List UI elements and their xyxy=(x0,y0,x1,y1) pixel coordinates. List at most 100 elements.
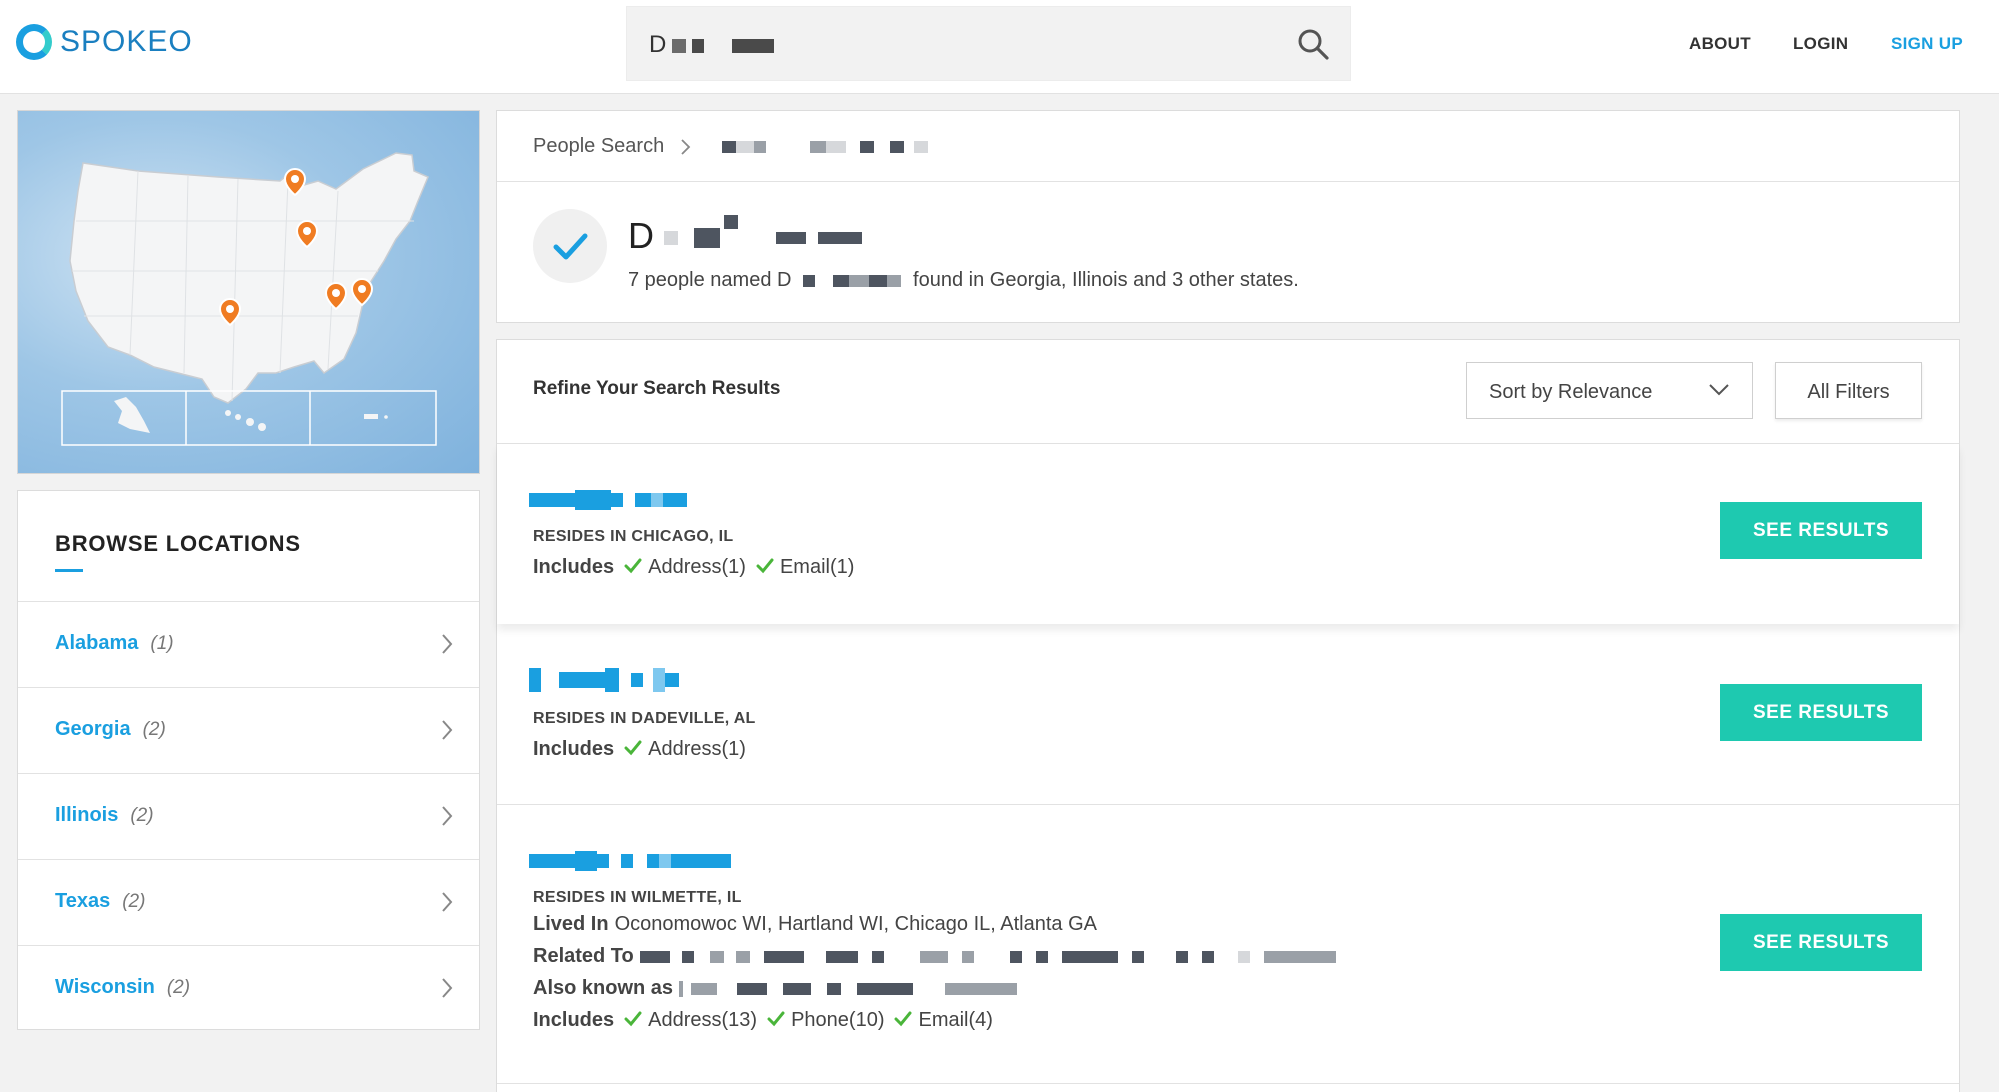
redacted-text xyxy=(849,274,870,287)
search-value-initial: D xyxy=(649,31,667,58)
redacted-text xyxy=(1009,950,1022,963)
redacted-text xyxy=(1035,950,1048,963)
redacted-text xyxy=(621,854,633,868)
location-item-georgia[interactable]: Georgia (2) xyxy=(18,687,479,773)
check-icon xyxy=(624,558,642,574)
includes-line: Includes Address(1) xyxy=(533,738,746,761)
redacted-text xyxy=(887,274,902,287)
result-name-link[interactable] xyxy=(529,490,687,514)
includes-label: Includes xyxy=(533,738,615,760)
breadcrumb: People Search xyxy=(533,135,929,158)
redacted-text xyxy=(914,140,929,153)
summary-name-initial: D xyxy=(777,269,792,291)
title-underline xyxy=(55,569,83,572)
nav-about-link[interactable]: ABOUT xyxy=(1689,34,1751,54)
redacted-text xyxy=(635,493,651,507)
chevron-right-icon xyxy=(442,806,453,826)
location-count: (2) xyxy=(142,719,166,740)
lived-in-line: Lived In Oconomowoc WI, Hartland WI, Chic… xyxy=(533,913,1097,936)
location-count: (2) xyxy=(130,805,154,826)
check-icon xyxy=(624,740,642,756)
redacted-text xyxy=(833,274,850,287)
all-filters-label: All Filters xyxy=(1807,381,1890,403)
redacted-text xyxy=(919,950,948,963)
redacted-text xyxy=(776,232,806,245)
sort-selected-value: Sort by Relevance xyxy=(1489,381,1653,403)
location-item-texas[interactable]: Texas (2) xyxy=(18,859,479,945)
person-name-heading: D xyxy=(628,215,862,257)
related-to-line: Related To xyxy=(533,945,1336,968)
check-icon xyxy=(894,1011,912,1027)
search-icon[interactable] xyxy=(1296,27,1330,61)
includes-email: Email(4) xyxy=(918,1009,993,1031)
search-results-panel: Refine Your Search Results Sort by Relev… xyxy=(496,339,1960,1092)
redacted-text xyxy=(653,668,665,692)
redacted-text xyxy=(860,140,875,153)
redacted-text xyxy=(810,140,827,153)
redacted-text xyxy=(575,851,597,871)
redacted-text xyxy=(639,950,670,963)
all-filters-button[interactable]: All Filters xyxy=(1775,362,1922,419)
redacted-text xyxy=(529,493,575,507)
see-results-button[interactable]: SEE RESULTS xyxy=(1720,914,1922,971)
redacted-text xyxy=(763,950,804,963)
also-known-as-line: Also known as xyxy=(533,977,1018,1000)
nav-signup-link[interactable]: SIGN UP xyxy=(1891,34,1963,54)
redacted-text xyxy=(754,140,767,153)
redacted-text xyxy=(1061,950,1118,963)
chevron-down-icon xyxy=(1709,384,1729,396)
browse-locations-title: BROWSE LOCATIONS xyxy=(55,531,301,556)
location-name: Georgia xyxy=(55,718,131,740)
result-card: RESIDES IN CHICAGO, IL Includes Address(1… xyxy=(497,444,1959,624)
redacted-text xyxy=(694,228,720,249)
redacted-text xyxy=(890,140,905,153)
summary-suffix: found in Georgia, Illinois and 3 other s… xyxy=(913,269,1299,291)
search-summary-panel: People Search D 7 people named D found i… xyxy=(496,110,1960,323)
search-input[interactable]: D xyxy=(626,6,1351,81)
location-name: Alabama xyxy=(55,632,139,654)
redacted-text xyxy=(732,38,775,53)
redacted-text xyxy=(709,950,724,963)
us-map-graphic xyxy=(61,152,437,446)
redacted-text xyxy=(1237,950,1250,963)
result-name-link[interactable] xyxy=(529,668,679,692)
redacted-text xyxy=(559,672,605,688)
redacted-text xyxy=(1263,950,1336,963)
nav-login-link[interactable]: LOGIN xyxy=(1793,34,1848,54)
chevron-right-icon xyxy=(681,138,691,155)
redacted-text xyxy=(737,982,768,995)
redacted-text xyxy=(803,274,816,287)
location-label: Texas (2) xyxy=(55,890,145,913)
check-icon xyxy=(756,558,774,574)
redacted-text xyxy=(827,982,842,995)
location-label: Illinois (2) xyxy=(55,804,154,827)
location-count: (2) xyxy=(166,977,191,998)
spokeo-logo[interactable]: SPOKEO xyxy=(16,24,193,60)
redacted-text xyxy=(869,274,888,287)
also-known-as-label: Also known as xyxy=(533,977,674,999)
breadcrumb-people-search[interactable]: People Search xyxy=(533,135,664,158)
us-map[interactable] xyxy=(17,110,480,474)
resides-in-text: RESIDES IN CHICAGO, IL xyxy=(533,528,734,545)
redacted-text xyxy=(681,950,694,963)
redacted-text xyxy=(826,140,847,153)
location-item-alabama[interactable]: Alabama (1) xyxy=(18,601,479,687)
location-item-wisconsin[interactable]: Wisconsin (2) xyxy=(18,945,479,1031)
redacted-text xyxy=(692,38,705,53)
divider xyxy=(497,181,1959,182)
name-initial: D xyxy=(628,215,654,256)
browse-locations-panel: BROWSE LOCATIONS Alabama (1) Georgia (2) I… xyxy=(17,490,480,1030)
result-name-link[interactable] xyxy=(529,851,731,875)
see-results-button[interactable]: SEE RESULTS xyxy=(1720,502,1922,559)
inset-boxes xyxy=(61,390,437,446)
location-label: Alabama (1) xyxy=(55,632,174,655)
includes-line: Includes Address(1) Email(1) xyxy=(533,556,854,579)
location-label: Georgia (2) xyxy=(55,718,166,741)
location-item-illinois[interactable]: Illinois (2) xyxy=(18,773,479,859)
sort-select[interactable]: Sort by Relevance xyxy=(1466,362,1753,419)
see-results-button[interactable]: SEE RESULTS xyxy=(1720,684,1922,741)
location-name: Texas xyxy=(55,890,111,912)
lived-in-value: Oconomowoc WI, Hartland WI, Chicago IL, … xyxy=(614,913,1097,935)
redacted-text xyxy=(605,668,619,692)
check-icon xyxy=(767,1011,785,1027)
